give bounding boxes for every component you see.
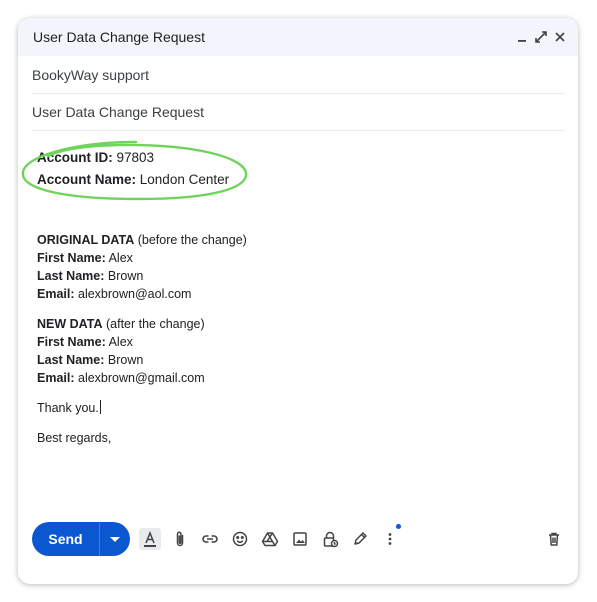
- chevron-down-icon: [110, 537, 120, 542]
- account-name-value: London Center: [139, 172, 230, 187]
- new-heading: NEW DATA: [37, 317, 103, 331]
- close-icon[interactable]: [551, 28, 569, 46]
- account-info: Account ID: 97803 Account Name: London C…: [37, 147, 229, 191]
- regards-text: Best regards,: [37, 431, 112, 445]
- notification-dot: [396, 524, 401, 529]
- trash-icon[interactable]: [543, 528, 565, 550]
- more-vert-icon[interactable]: [379, 528, 401, 550]
- subject-text: User Data Change Request: [32, 104, 204, 120]
- last-name-label: Last Name:: [37, 353, 105, 367]
- original-email: alexbrown@aol.com: [78, 287, 192, 301]
- original-first-name: Alex: [108, 251, 133, 265]
- new-first-name: Alex: [108, 335, 133, 349]
- email-label: Email:: [37, 371, 75, 385]
- image-icon[interactable]: [289, 528, 311, 550]
- expand-icon[interactable]: [532, 28, 550, 46]
- last-name-label: Last Name:: [37, 269, 105, 283]
- account-id-label: Account ID:: [37, 150, 113, 165]
- original-heading: ORIGINAL DATA: [37, 233, 135, 247]
- drive-icon[interactable]: [259, 528, 281, 550]
- account-name-label: Account Name:: [37, 172, 137, 187]
- new-last-name: Brown: [107, 353, 144, 367]
- text-cursor: [99, 400, 102, 414]
- new-note: (after the change): [105, 317, 205, 331]
- thanks-text: Thank you.: [37, 401, 99, 415]
- recipients-field[interactable]: BookyWay support: [32, 56, 564, 94]
- recipient-text: BookyWay support: [32, 67, 149, 83]
- original-last-name: Brown: [107, 269, 144, 283]
- send-button-group: Send: [32, 522, 130, 556]
- paperclip-icon[interactable]: [169, 528, 191, 550]
- original-note: (before the change): [137, 233, 247, 247]
- emoji-icon[interactable]: [229, 528, 251, 550]
- first-name-label: First Name:: [37, 251, 106, 265]
- first-name-label: First Name:: [37, 335, 106, 349]
- lock-clock-icon[interactable]: [319, 528, 341, 550]
- text-format-icon[interactable]: [139, 528, 161, 550]
- message-body[interactable]: ORIGINAL DATA (before the change) First …: [37, 231, 558, 447]
- send-options-button[interactable]: [100, 522, 130, 556]
- compose-window: User Data Change Request BookyWay suppor…: [18, 18, 578, 584]
- send-button[interactable]: Send: [32, 522, 99, 556]
- window-title: User Data Change Request: [33, 29, 205, 45]
- compose-titlebar[interactable]: User Data Change Request: [18, 18, 578, 56]
- compose-toolbar: Send: [18, 522, 578, 584]
- subject-field[interactable]: User Data Change Request: [32, 93, 564, 131]
- minimize-icon[interactable]: [513, 28, 531, 46]
- email-label: Email:: [37, 287, 75, 301]
- pen-icon[interactable]: [349, 528, 371, 550]
- new-email: alexbrown@gmail.com: [78, 371, 205, 385]
- account-id-value: 97803: [116, 150, 155, 165]
- link-icon[interactable]: [199, 528, 221, 550]
